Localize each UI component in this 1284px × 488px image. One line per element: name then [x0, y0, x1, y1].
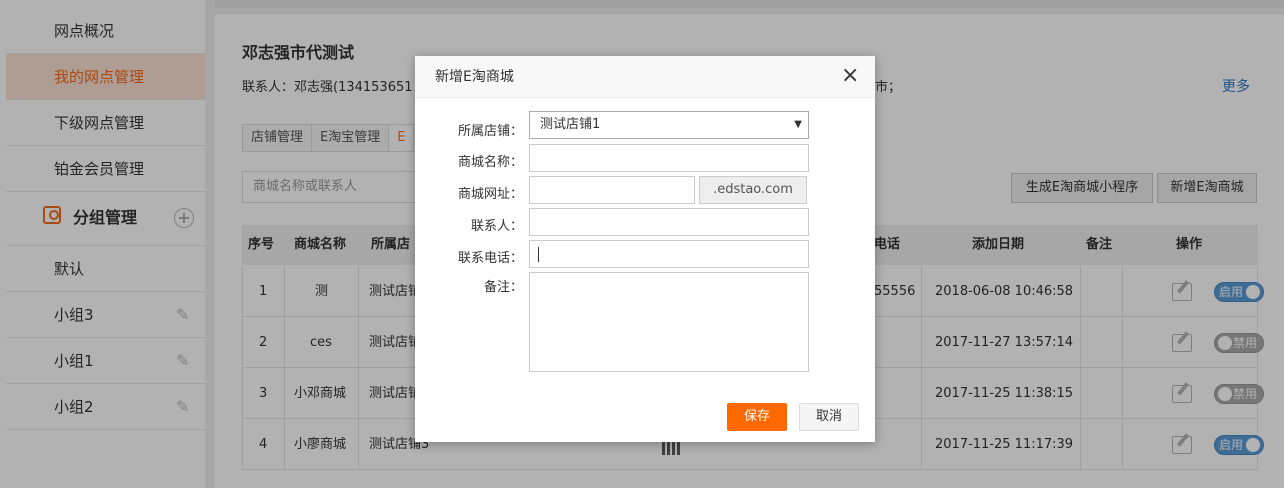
remark-textarea[interactable]: [529, 272, 809, 372]
shop-select[interactable]: 测试店铺1 ▼: [529, 111, 809, 139]
url-suffix: .edstao.com: [699, 176, 807, 204]
dropdown-arrow-icon: ▼: [794, 119, 802, 130]
save-button[interactable]: 保存: [727, 403, 787, 431]
dialog-header: 新增E淘商城: [415, 56, 875, 98]
label-url: 商城网址：: [457, 187, 523, 202]
label-contact: 联系人：: [470, 219, 523, 234]
cancel-button[interactable]: 取消: [799, 403, 859, 431]
close-icon[interactable]: ×: [841, 65, 859, 87]
add-emall-dialog: 新增E淘商城 × 所属店铺： 测试店铺1 ▼ 商城名称： 商城网址： .edst…: [415, 56, 875, 442]
mall-name-input[interactable]: [529, 144, 809, 172]
dialog-title: 新增E淘商城: [435, 69, 514, 85]
label-phone: 联系电话：: [457, 251, 523, 266]
label-shop: 所属店铺：: [457, 124, 523, 139]
text-caret: [538, 247, 539, 262]
label-name: 商城名称：: [457, 155, 523, 170]
shop-select-value: 测试店铺1: [540, 117, 601, 132]
phone-input[interactable]: [529, 240, 809, 268]
label-remark: 备注：: [483, 280, 523, 295]
mall-url-input[interactable]: [529, 176, 695, 204]
contact-input[interactable]: [529, 208, 809, 236]
